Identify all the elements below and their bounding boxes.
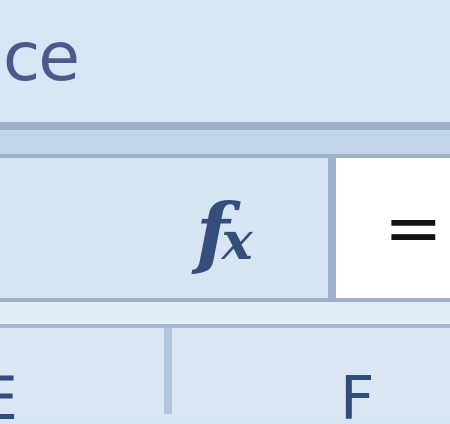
formula-bar: fx = [0,154,450,302]
column-headers: E F [0,328,450,424]
sheet-top-border [0,302,450,328]
formula-input[interactable]: = [336,158,450,298]
ribbon-group-label: ice [0,18,80,97]
insert-function-icon[interactable]: fx [196,188,296,278]
ribbon-separator [0,122,450,154]
column-divider[interactable] [164,328,172,414]
column-header-e[interactable]: E [0,374,40,424]
ribbon: ice [0,0,450,122]
insert-function-area: fx [0,158,328,298]
column-header-f[interactable]: F [340,374,400,424]
